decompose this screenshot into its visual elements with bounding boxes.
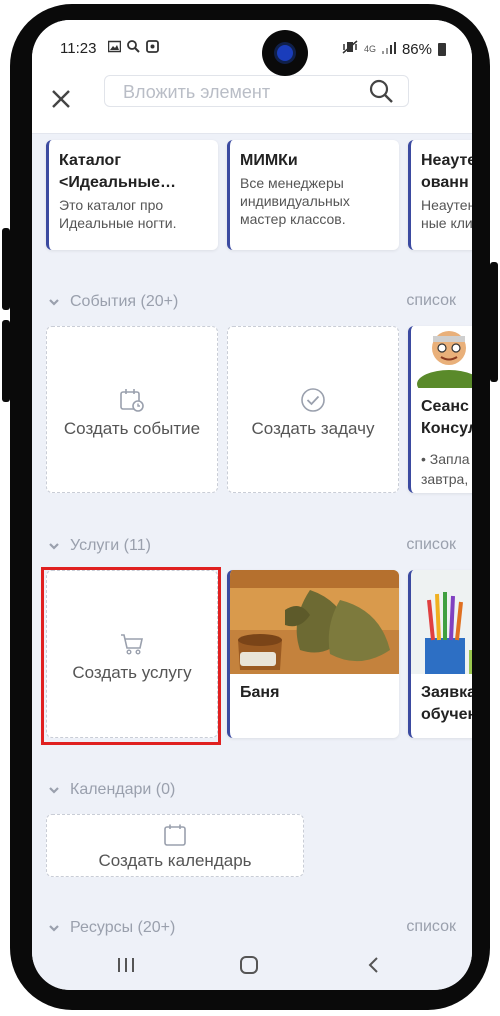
card-description: Это каталог про Идеальные ногти. <box>59 197 177 231</box>
card-title: Заявка <box>421 684 472 701</box>
service-card[interactable]: Заявка обучен <box>408 570 472 738</box>
search-icon[interactable] <box>368 78 394 104</box>
image-icon <box>107 40 122 56</box>
card-title: МИМКи <box>240 152 298 169</box>
create-task-label: Создать задачу <box>251 419 375 438</box>
section-header-events[interactable]: События (20+) <box>48 292 178 312</box>
list-link[interactable]: список <box>406 918 456 936</box>
card-description: • Запла <box>421 451 470 467</box>
create-event-button[interactable]: Создать событие <box>46 326 218 493</box>
card-title-line2: <Идеальные… <box>59 174 177 191</box>
battery-icon <box>438 42 446 56</box>
search-input[interactable]: Вложить элемент <box>104 75 409 107</box>
chevron-down-icon <box>49 299 59 306</box>
screen: 11:23 4G 86% Вложить элемент Каталог <Ид… <box>32 20 472 990</box>
section-header-resources[interactable]: Ресурсы (20+) <box>48 918 175 938</box>
card-description: Все менеджеры индивидуальных мастер клас… <box>240 175 350 227</box>
chevron-down-icon <box>49 787 59 794</box>
volume-button <box>2 320 10 402</box>
create-event-label: Создать событие <box>63 419 201 438</box>
network-type: 4G <box>363 43 376 54</box>
status-system-icons: 4G 86% <box>342 40 446 58</box>
card-title-line2: Консул <box>421 420 472 437</box>
status-bar: 11:23 4G 86% <box>32 20 472 72</box>
power-button <box>490 262 498 382</box>
card-title: Баня <box>240 684 280 701</box>
section-title: Услуги (11) <box>70 537 151 554</box>
section-header-services[interactable]: Услуги (11) <box>48 536 151 556</box>
check-circle-icon <box>301 388 325 412</box>
sauna-image <box>230 570 399 674</box>
event-card[interactable]: Сеанс Консул • Запла завтра, <box>408 326 472 493</box>
calendar-clock-icon <box>120 389 144 412</box>
list-link[interactable]: список <box>406 536 456 554</box>
list-link[interactable]: список <box>406 292 456 310</box>
event-image <box>411 326 472 398</box>
catalog-card[interactable]: Неауте ованн Неаутен ные кли <box>408 140 472 250</box>
back-icon[interactable] <box>366 955 380 980</box>
card-title: Сеанс <box>421 398 469 415</box>
status-notification-icons <box>107 40 159 56</box>
top-bar: Вложить элемент <box>32 72 472 134</box>
card-title: Неауте <box>421 152 472 169</box>
front-camera <box>262 30 308 76</box>
app-icon <box>146 40 159 56</box>
content-area: Каталог <Идеальные… Это каталог про Идеа… <box>32 134 472 940</box>
signal-icon <box>381 41 396 58</box>
status-time: 11:23 <box>60 40 97 57</box>
recent-apps-icon[interactable] <box>116 956 136 979</box>
create-calendar-label: Создать календарь <box>98 851 252 870</box>
battery-percent: 86% <box>401 40 432 58</box>
volume-button <box>2 228 10 310</box>
card-description-line2: завтра, <box>421 471 469 487</box>
card-title-line2: ованн <box>421 174 469 191</box>
catalog-card[interactable]: МИМКи Все менеджеры индивидуальных масте… <box>227 140 399 250</box>
section-title: Календари (0) <box>70 781 176 798</box>
section-title: События (20+) <box>70 293 179 310</box>
pencils-image <box>411 570 472 674</box>
create-task-button[interactable]: Создать задачу <box>227 326 399 493</box>
card-description: Неаутен ные кли <box>421 197 472 231</box>
search-icon <box>127 40 140 56</box>
close-icon[interactable] <box>46 84 76 114</box>
card-title-line2: обучен <box>421 706 472 723</box>
section-header-calendars[interactable]: Календари (0) <box>48 780 175 800</box>
chevron-down-icon <box>49 543 59 550</box>
chevron-down-icon <box>49 925 59 932</box>
vibrate-icon <box>342 40 358 58</box>
catalog-card[interactable]: Каталог <Идеальные… Это каталог про Идеа… <box>46 140 218 250</box>
calendar-icon <box>164 824 186 846</box>
home-icon[interactable] <box>239 955 259 980</box>
search-placeholder: Вложить элемент <box>123 82 271 102</box>
create-calendar-button[interactable]: Создать календарь <box>46 814 304 877</box>
service-card[interactable]: Баня <box>227 570 399 738</box>
section-title: Ресурсы (20+) <box>70 919 176 936</box>
card-title: Каталог <box>59 152 121 169</box>
android-nav-bar <box>32 940 472 990</box>
selection-highlight <box>41 567 221 745</box>
